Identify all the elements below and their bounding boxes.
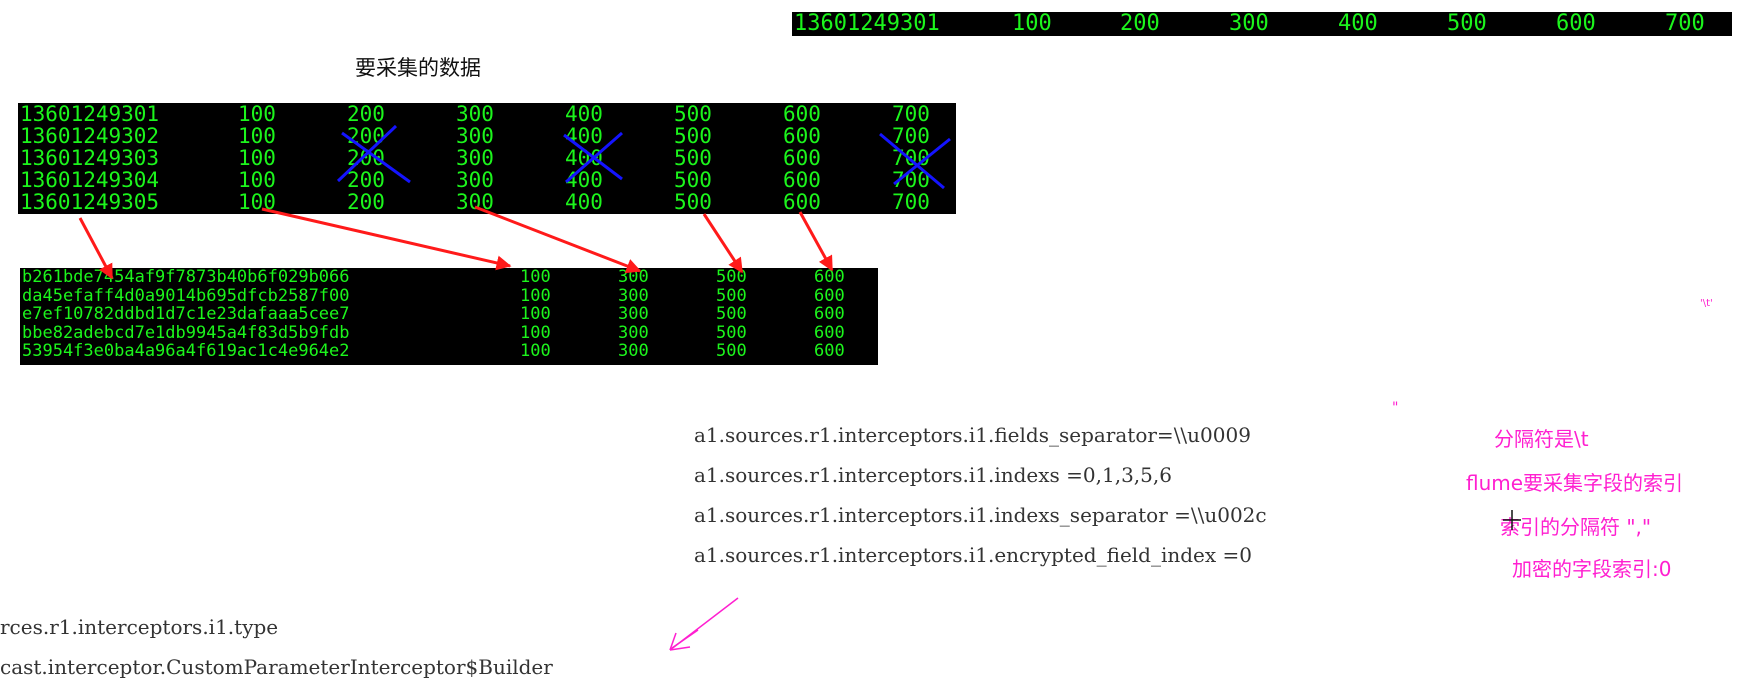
cross-mark-200 xyxy=(336,124,411,184)
cross-mark-400 xyxy=(563,131,623,184)
annotation-overlay xyxy=(78,124,1521,651)
mapping-arrow xyxy=(474,205,642,274)
mapping-arrow xyxy=(78,217,114,280)
mapping-arrow xyxy=(261,207,512,271)
text-cursor-icon xyxy=(1503,510,1521,530)
cross-mark-700 xyxy=(879,132,951,190)
mapping-arrow xyxy=(798,211,834,272)
mapping-arrow xyxy=(702,213,744,274)
pointer-arrow xyxy=(669,597,739,651)
